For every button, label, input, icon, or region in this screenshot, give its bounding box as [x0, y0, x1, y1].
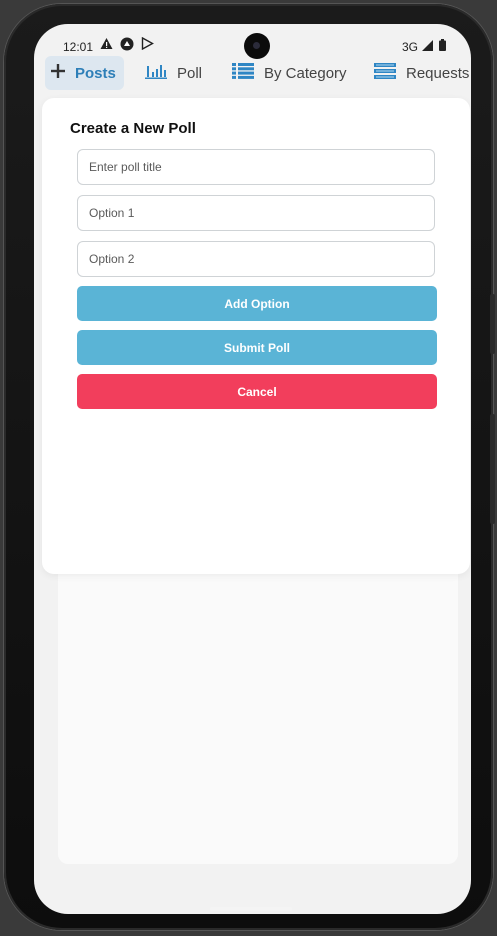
warning-icon	[100, 37, 113, 53]
option-1-input[interactable]	[77, 195, 435, 231]
tab-requests[interactable]: Requests	[374, 56, 469, 90]
plus-icon	[51, 64, 75, 82]
battery-icon	[439, 39, 446, 54]
poll-title-input[interactable]	[77, 149, 435, 185]
cancel-button[interactable]: Cancel	[77, 374, 437, 409]
phone-screen: 12:01 3G Posts Poll By Category Requests…	[34, 24, 471, 914]
network-type: 3G	[402, 40, 419, 54]
tab-posts[interactable]: Posts	[45, 56, 124, 90]
bar-chart-icon	[145, 63, 177, 83]
home-gesture-bar[interactable]	[210, 907, 292, 911]
list-icon	[232, 63, 264, 83]
option-2-input[interactable]	[77, 241, 435, 277]
submit-poll-button[interactable]: Submit Poll	[77, 330, 437, 365]
tab-poll[interactable]: Poll	[145, 56, 202, 90]
tab-by-category[interactable]: By Category	[232, 56, 347, 90]
phone-frame: 12:01 3G Posts Poll By Category Requests…	[4, 4, 495, 930]
tab-label: Poll	[177, 64, 203, 82]
power-button	[490, 414, 495, 524]
signal-icon	[422, 40, 433, 54]
add-option-button[interactable]: Add Option	[77, 286, 437, 321]
tab-bar: Posts Poll By Category Requests	[34, 54, 471, 90]
tab-label: By Category	[264, 64, 347, 82]
volume-button	[490, 294, 495, 354]
modal-title: Create a New Poll	[70, 120, 196, 137]
tab-label: Requests	[406, 64, 470, 82]
app-notification-icon	[120, 37, 134, 54]
stack-icon	[374, 63, 406, 83]
play-store-icon	[141, 36, 154, 53]
tab-label: Posts	[75, 64, 116, 82]
status-time: 12:01	[63, 40, 94, 54]
